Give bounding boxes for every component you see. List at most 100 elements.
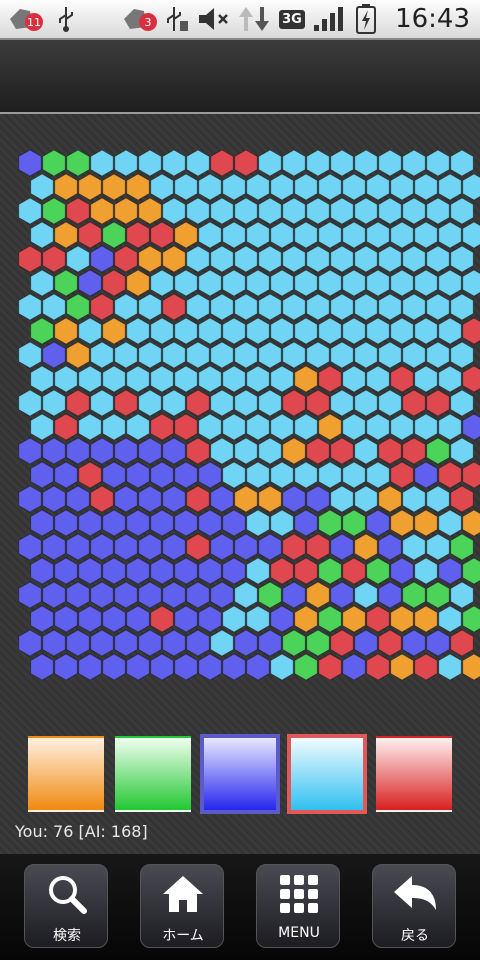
hex-cell[interactable] (378, 485, 402, 513)
hex-cell[interactable] (258, 629, 282, 657)
hex-cell[interactable] (390, 221, 414, 249)
hex-cell[interactable] (270, 653, 294, 681)
hex-cell[interactable] (414, 653, 438, 681)
hex-cell[interactable] (438, 653, 462, 681)
hex-cell[interactable] (402, 437, 426, 465)
hex-cell[interactable] (282, 293, 306, 321)
hex-cell[interactable] (102, 269, 126, 297)
hex-cell[interactable] (306, 629, 330, 657)
hex-cell[interactable] (222, 509, 246, 537)
hex-cell[interactable] (402, 389, 426, 417)
hex-cell[interactable] (282, 581, 306, 609)
hex-cell[interactable] (426, 341, 450, 369)
hex-cell[interactable] (390, 605, 414, 633)
hex-cell[interactable] (150, 557, 174, 585)
hex-cell[interactable] (330, 197, 354, 225)
hex-cell[interactable] (138, 149, 162, 177)
hex-cell[interactable] (150, 269, 174, 297)
hex-cell[interactable] (342, 221, 366, 249)
hex-cell[interactable] (90, 149, 114, 177)
hex-cell[interactable] (186, 533, 210, 561)
hex-cell[interactable] (438, 365, 462, 393)
hex-cell[interactable] (450, 389, 474, 417)
hex-cell[interactable] (342, 461, 366, 489)
hex-cell[interactable] (282, 437, 306, 465)
hex-cell[interactable] (270, 221, 294, 249)
hex-cell[interactable] (246, 605, 270, 633)
hex-cell[interactable] (78, 269, 102, 297)
hex-cell[interactable] (318, 269, 342, 297)
hex-cell[interactable] (102, 461, 126, 489)
hex-cell[interactable] (246, 653, 270, 681)
hex-cell[interactable] (174, 317, 198, 345)
hex-cell[interactable] (294, 461, 318, 489)
hex-cell[interactable] (306, 485, 330, 513)
hex-cell[interactable] (66, 197, 90, 225)
hex-cell[interactable] (42, 197, 66, 225)
hex-cell[interactable] (366, 413, 390, 441)
hex-cell[interactable] (330, 341, 354, 369)
hex-cell[interactable] (366, 173, 390, 201)
hex-cell[interactable] (294, 557, 318, 585)
hex-cell[interactable] (222, 317, 246, 345)
hex-cell[interactable] (90, 437, 114, 465)
hex-cell[interactable] (210, 581, 234, 609)
hex-cell[interactable] (450, 341, 474, 369)
hex-cell[interactable] (66, 245, 90, 273)
hex-cell[interactable] (414, 557, 438, 585)
hex-cell[interactable] (198, 557, 222, 585)
hex-cell[interactable] (318, 413, 342, 441)
hex-cell[interactable] (90, 581, 114, 609)
color-swatch-green[interactable] (115, 736, 191, 812)
hex-cell[interactable] (390, 269, 414, 297)
hex-cell[interactable] (90, 293, 114, 321)
hex-cell[interactable] (426, 245, 450, 273)
hex-cell[interactable] (246, 509, 270, 537)
hex-cell[interactable] (366, 509, 390, 537)
hex-cell[interactable] (114, 437, 138, 465)
hex-cell[interactable] (54, 509, 78, 537)
hex-cell[interactable] (234, 341, 258, 369)
hex-cell[interactable] (162, 293, 186, 321)
hex-cell[interactable] (210, 533, 234, 561)
hex-cell[interactable] (174, 653, 198, 681)
hex-cell[interactable] (450, 533, 474, 561)
hex-cell[interactable] (54, 413, 78, 441)
hex-cell[interactable] (198, 413, 222, 441)
hex-cell[interactable] (186, 389, 210, 417)
hex-cell[interactable] (222, 365, 246, 393)
hex-cell[interactable] (378, 629, 402, 657)
home-button[interactable]: ホーム (140, 864, 224, 948)
hex-cell[interactable] (54, 605, 78, 633)
hex-cell[interactable] (126, 605, 150, 633)
hex-cell[interactable] (30, 269, 54, 297)
hex-cell[interactable] (342, 509, 366, 537)
hex-cell[interactable] (342, 173, 366, 201)
hex-cell[interactable] (126, 173, 150, 201)
hex-cell[interactable] (198, 221, 222, 249)
hex-cell[interactable] (162, 197, 186, 225)
hex-cell[interactable] (150, 653, 174, 681)
hex-cell[interactable] (78, 653, 102, 681)
hex-cell[interactable] (318, 605, 342, 633)
hex-cell[interactable] (270, 413, 294, 441)
hex-cell[interactable] (162, 149, 186, 177)
hex-cell[interactable] (330, 389, 354, 417)
color-swatch-blue[interactable] (200, 734, 280, 814)
hex-cell[interactable] (18, 293, 42, 321)
hex-cell[interactable] (138, 581, 162, 609)
hex-cell[interactable] (234, 197, 258, 225)
hex-cell[interactable] (102, 365, 126, 393)
hex-cell[interactable] (234, 581, 258, 609)
hex-cell[interactable] (18, 341, 42, 369)
hex-cell[interactable] (234, 293, 258, 321)
hex-cell[interactable] (306, 245, 330, 273)
hex-cell[interactable] (138, 197, 162, 225)
hex-cell[interactable] (162, 245, 186, 273)
hex-cell[interactable] (78, 221, 102, 249)
hex-cell[interactable] (66, 629, 90, 657)
hex-cell[interactable] (186, 341, 210, 369)
hex-cell[interactable] (462, 653, 480, 681)
hex-cell[interactable] (462, 365, 480, 393)
hex-cell[interactable] (162, 389, 186, 417)
